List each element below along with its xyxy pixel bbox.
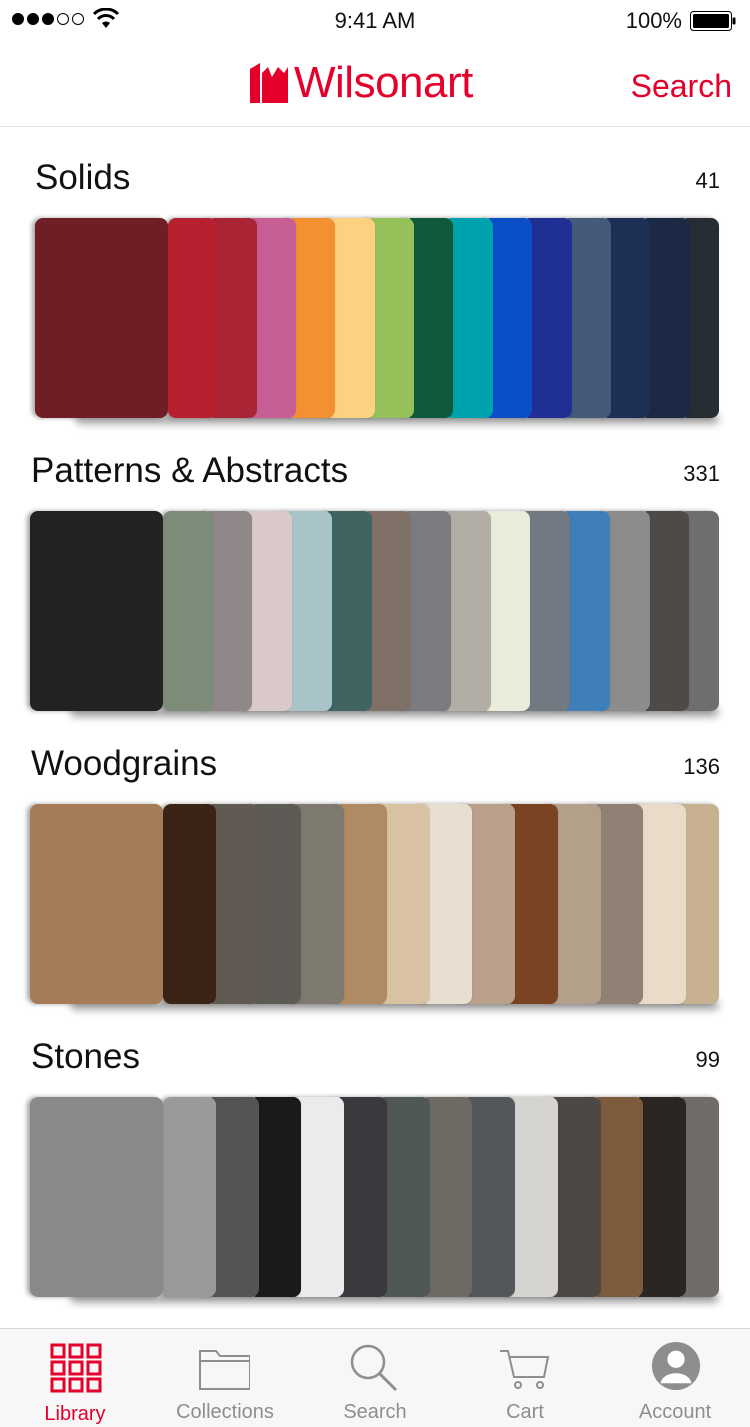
- section-title: Stones: [31, 1037, 140, 1076]
- tab-label: Library: [44, 1403, 106, 1425]
- swatch[interactable]: [163, 804, 216, 1004]
- section-stones[interactable]: Stones 99: [0, 1012, 750, 1303]
- tab-label: Account: [638, 1401, 712, 1423]
- swatch-strip[interactable]: [30, 804, 719, 1010]
- person-icon: [651, 1341, 701, 1391]
- battery-icon: [690, 11, 736, 31]
- nav-bar: Wilsonart Search: [0, 42, 750, 127]
- brand-logo: Wilsonart: [250, 58, 473, 108]
- section-patterns-abstracts[interactable]: Patterns & Abstracts 331: [0, 426, 750, 717]
- tab-bar: Library Collections Search Cart Account: [0, 1328, 750, 1427]
- cart-icon: [500, 1350, 550, 1389]
- section-woodgrains[interactable]: Woodgrains 136: [0, 719, 750, 1010]
- swatch-strip[interactable]: [35, 218, 719, 424]
- status-bar: 9:41 AM 100%: [0, 0, 750, 42]
- section-title: Solids: [35, 158, 131, 197]
- tab-library[interactable]: Library: [0, 1329, 150, 1427]
- grid-icon: [50, 1343, 102, 1393]
- tab-label: Cart: [506, 1401, 544, 1423]
- section-count: 331: [683, 461, 720, 486]
- swatch[interactable]: [35, 218, 168, 418]
- section-count: 99: [695, 1047, 720, 1072]
- swatch[interactable]: [168, 218, 218, 418]
- battery-percentage: 100%: [625, 8, 682, 33]
- brand-name: Wilsonart: [294, 58, 473, 107]
- tab-cart[interactable]: Cart: [450, 1329, 600, 1427]
- tab-collections[interactable]: Collections: [150, 1329, 300, 1427]
- tab-search[interactable]: Search: [300, 1329, 450, 1427]
- tab-label: Collections: [176, 1401, 274, 1423]
- section-title: Patterns & Abstracts: [31, 451, 349, 490]
- swatch-strip[interactable]: [30, 1097, 719, 1303]
- section-count: 41: [695, 168, 720, 193]
- swatch-strip[interactable]: [30, 511, 719, 717]
- search-icon: [350, 1344, 398, 1392]
- section-solids[interactable]: Solids 41: [0, 126, 750, 426]
- tab-account[interactable]: Account: [600, 1329, 750, 1427]
- tab-label: Search: [343, 1401, 407, 1423]
- swatch[interactable]: [163, 511, 213, 711]
- swatch[interactable]: [30, 511, 163, 711]
- swatch[interactable]: [30, 1097, 163, 1297]
- section-title: Woodgrains: [31, 744, 218, 783]
- header-search-button[interactable]: Search: [631, 68, 732, 105]
- section-count: 136: [683, 754, 720, 779]
- swatch[interactable]: [163, 1097, 216, 1297]
- folder-icon: [199, 1350, 250, 1390]
- swatch[interactable]: [30, 804, 163, 1004]
- brand-logo-mark: [250, 63, 288, 103]
